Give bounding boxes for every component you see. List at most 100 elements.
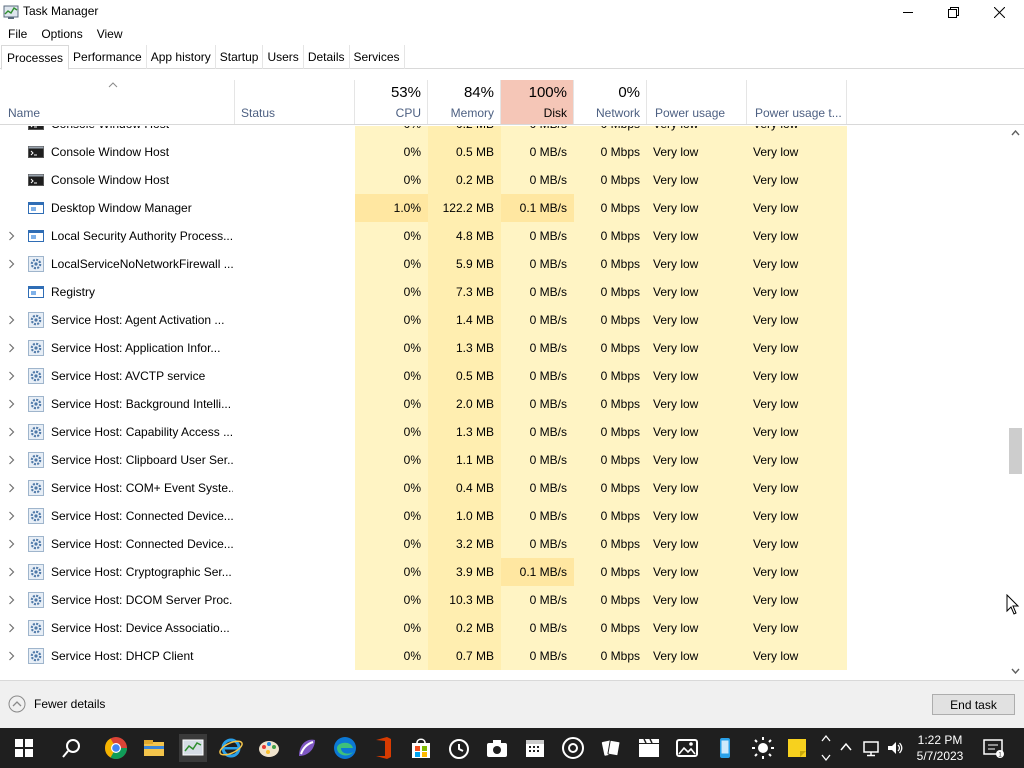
process-memory: 0.5 MB bbox=[428, 362, 501, 390]
process-row[interactable]: Service Host: DCOM Server Proc... 0% 10.3 … bbox=[0, 586, 1008, 614]
process-power-usage: Very low bbox=[647, 614, 747, 642]
chevron-right-icon[interactable] bbox=[8, 343, 15, 353]
column-header-power[interactable]: Power usage bbox=[647, 80, 747, 124]
taskbar-button-chrome[interactable] bbox=[102, 734, 130, 762]
taskbar-button-paint3d[interactable] bbox=[293, 734, 321, 762]
column-header-cpu[interactable]: 53% CPU bbox=[355, 80, 428, 124]
process-row[interactable]: Service Host: COM+ Event Syste... 0% 0.4 M… bbox=[0, 474, 1008, 502]
taskbar-button-internet-explorer[interactable] bbox=[217, 734, 245, 762]
process-power-usage: Very low bbox=[647, 642, 747, 670]
minimize-button[interactable] bbox=[885, 0, 931, 24]
process-row[interactable]: Service Host: Connected Device... 0% 3.2 M… bbox=[0, 530, 1008, 558]
chevron-right-icon[interactable] bbox=[8, 595, 15, 605]
process-network: 0 Mbps bbox=[574, 642, 647, 670]
process-row[interactable]: Desktop Window Manager 1.0% 122.2 MB 0.1 MB… bbox=[0, 194, 1008, 222]
chevron-right-icon[interactable] bbox=[8, 259, 15, 269]
process-row[interactable]: LocalServiceNoNetworkFirewall ... 0% 5.9 M… bbox=[0, 250, 1008, 278]
taskbar-button-edge[interactable] bbox=[331, 734, 359, 762]
process-row[interactable]: Service Host: Device Associatio... 0% 0.2 … bbox=[0, 614, 1008, 642]
volume-icon[interactable] bbox=[886, 739, 904, 757]
chevron-right-icon[interactable] bbox=[8, 231, 15, 241]
taskbar-button-phone[interactable] bbox=[711, 734, 739, 762]
tab-startup[interactable]: Startup bbox=[216, 45, 264, 69]
chevron-right-icon[interactable] bbox=[8, 483, 15, 493]
taskbar-button-alarms-clock[interactable] bbox=[445, 734, 473, 762]
chevron-right-icon[interactable] bbox=[8, 539, 15, 549]
taskbar-button-search[interactable] bbox=[58, 734, 86, 762]
taskbar-button-weather[interactable] bbox=[749, 734, 777, 762]
taskbar-button-sticky-notes[interactable] bbox=[783, 734, 811, 762]
process-row[interactable]: Service Host: Clipboard User Ser... 0% 1.1… bbox=[0, 446, 1008, 474]
column-header-name[interactable]: Name bbox=[0, 80, 235, 124]
chevron-right-icon[interactable] bbox=[8, 567, 15, 577]
scrollbar-thumb[interactable] bbox=[1009, 428, 1022, 474]
process-power-trend: Very low bbox=[747, 390, 847, 418]
taskbar-button-store[interactable] bbox=[407, 734, 435, 762]
chevron-right-icon[interactable] bbox=[8, 427, 15, 437]
taskbar-button-camera[interactable] bbox=[483, 734, 511, 762]
photos-icon bbox=[676, 739, 698, 757]
chevron-right-icon[interactable] bbox=[8, 315, 15, 325]
process-row[interactable]: Service Host: Application Infor... 0% 1.3 … bbox=[0, 334, 1008, 362]
tab-app-history[interactable]: App history bbox=[147, 45, 216, 69]
network-icon[interactable] bbox=[862, 739, 880, 757]
process-row[interactable]: Service Host: Connected Device... 0% 1.0 M… bbox=[0, 502, 1008, 530]
menu-view[interactable]: View bbox=[97, 27, 123, 41]
show-hidden-icons-chevron-icon[interactable] bbox=[840, 742, 852, 752]
chevron-right-icon[interactable] bbox=[8, 511, 15, 521]
tab-services[interactable]: Services bbox=[350, 45, 405, 69]
process-row[interactable]: Registry 0% 7.3 MB 0 MB/s 0 Mbps Very low Very… bbox=[0, 278, 1008, 306]
taskbar-button-windows-start[interactable] bbox=[10, 734, 38, 762]
taskbar-button-solitaire[interactable] bbox=[597, 734, 625, 762]
process-memory: 0.5 MB bbox=[428, 138, 501, 166]
chevron-right-icon[interactable] bbox=[8, 455, 15, 465]
process-row[interactable]: Service Host: AVCTP service 0% 0.5 MB 0 MB/… bbox=[0, 362, 1008, 390]
close-button[interactable] bbox=[976, 0, 1022, 24]
menu-file[interactable]: File bbox=[8, 27, 27, 41]
column-header-disk[interactable]: 100% Disk bbox=[501, 80, 574, 124]
process-row[interactable]: Console Window Host 0% 0.5 MB 0 MB/s 0 Mbps V… bbox=[0, 138, 1008, 166]
taskbar-button-task-manager[interactable] bbox=[179, 734, 207, 762]
notifications-icon[interactable]: 1 bbox=[983, 738, 1005, 758]
taskbar-button-calendar[interactable] bbox=[521, 734, 549, 762]
tab-processes[interactable]: Processes bbox=[1, 45, 70, 70]
column-header-memory[interactable]: 84% Memory bbox=[428, 80, 501, 124]
fewer-details-toggle[interactable]: Fewer details bbox=[8, 695, 105, 713]
tab-performance[interactable]: Performance bbox=[69, 45, 147, 69]
taskbar-button-movies[interactable] bbox=[635, 734, 663, 762]
scroll-up-arrow-icon[interactable] bbox=[1011, 130, 1020, 136]
chevron-right-icon[interactable] bbox=[8, 651, 15, 661]
column-header-status[interactable]: Status bbox=[235, 80, 355, 124]
window-app-icon bbox=[28, 230, 44, 242]
process-row[interactable]: Service Host: Cryptographic Ser... 0% 3.9 … bbox=[0, 558, 1008, 586]
taskbar-button-photos[interactable] bbox=[673, 734, 701, 762]
tab-users[interactable]: Users bbox=[263, 45, 304, 69]
chevron-right-icon[interactable] bbox=[8, 371, 15, 381]
chevron-right-icon[interactable] bbox=[8, 399, 15, 409]
process-power-usage: Very low bbox=[647, 502, 747, 530]
column-header-network[interactable]: 0% Network bbox=[574, 80, 647, 124]
tray-clock[interactable]: 1:22 PM 5/7/2023 bbox=[908, 732, 972, 764]
process-row[interactable]: Console Window Host0%0.2 MB0 MB/s0 MbpsV… bbox=[0, 166, 1008, 194]
taskbar-button-groove[interactable] bbox=[559, 734, 587, 762]
taskbar-button-paint[interactable] bbox=[255, 734, 283, 762]
taskbar-scroll-up-icon[interactable] bbox=[821, 734, 831, 742]
menu-options[interactable]: Options bbox=[41, 27, 82, 41]
taskbar-scroll-down-icon[interactable] bbox=[821, 754, 831, 762]
maximize-button[interactable] bbox=[930, 0, 976, 24]
process-row[interactable]: Service Host: DHCP Client 0% 0.7 MB 0 MB/s 0… bbox=[0, 642, 1008, 670]
process-row[interactable]: Service Host: Background Intelli... 0% 2.0… bbox=[0, 390, 1008, 418]
process-disk: 0 MB/s bbox=[501, 250, 574, 278]
chevron-right-icon[interactable] bbox=[8, 623, 15, 633]
end-task-button[interactable]: End task bbox=[932, 694, 1015, 715]
process-row[interactable]: Service Host: Agent Activation ... 0% 1.4 … bbox=[0, 306, 1008, 334]
column-header-power-trend[interactable]: Power usage t... bbox=[747, 80, 847, 124]
taskbar-button-office[interactable] bbox=[369, 734, 397, 762]
tab-details[interactable]: Details bbox=[304, 45, 350, 69]
process-row[interactable]: Local Security Authority Process... 0% 4.8… bbox=[0, 222, 1008, 250]
scroll-down-arrow-icon[interactable] bbox=[1011, 668, 1020, 674]
taskbar-button-file-explorer[interactable] bbox=[140, 734, 168, 762]
column-label-network: Network bbox=[595, 106, 640, 120]
process-row[interactable]: Service Host: Capability Access ... 0% 1.3… bbox=[0, 418, 1008, 446]
process-row[interactable]: Console Window Host0%0.2 MB0 MB/s0 MbpsV… bbox=[0, 126, 1008, 138]
